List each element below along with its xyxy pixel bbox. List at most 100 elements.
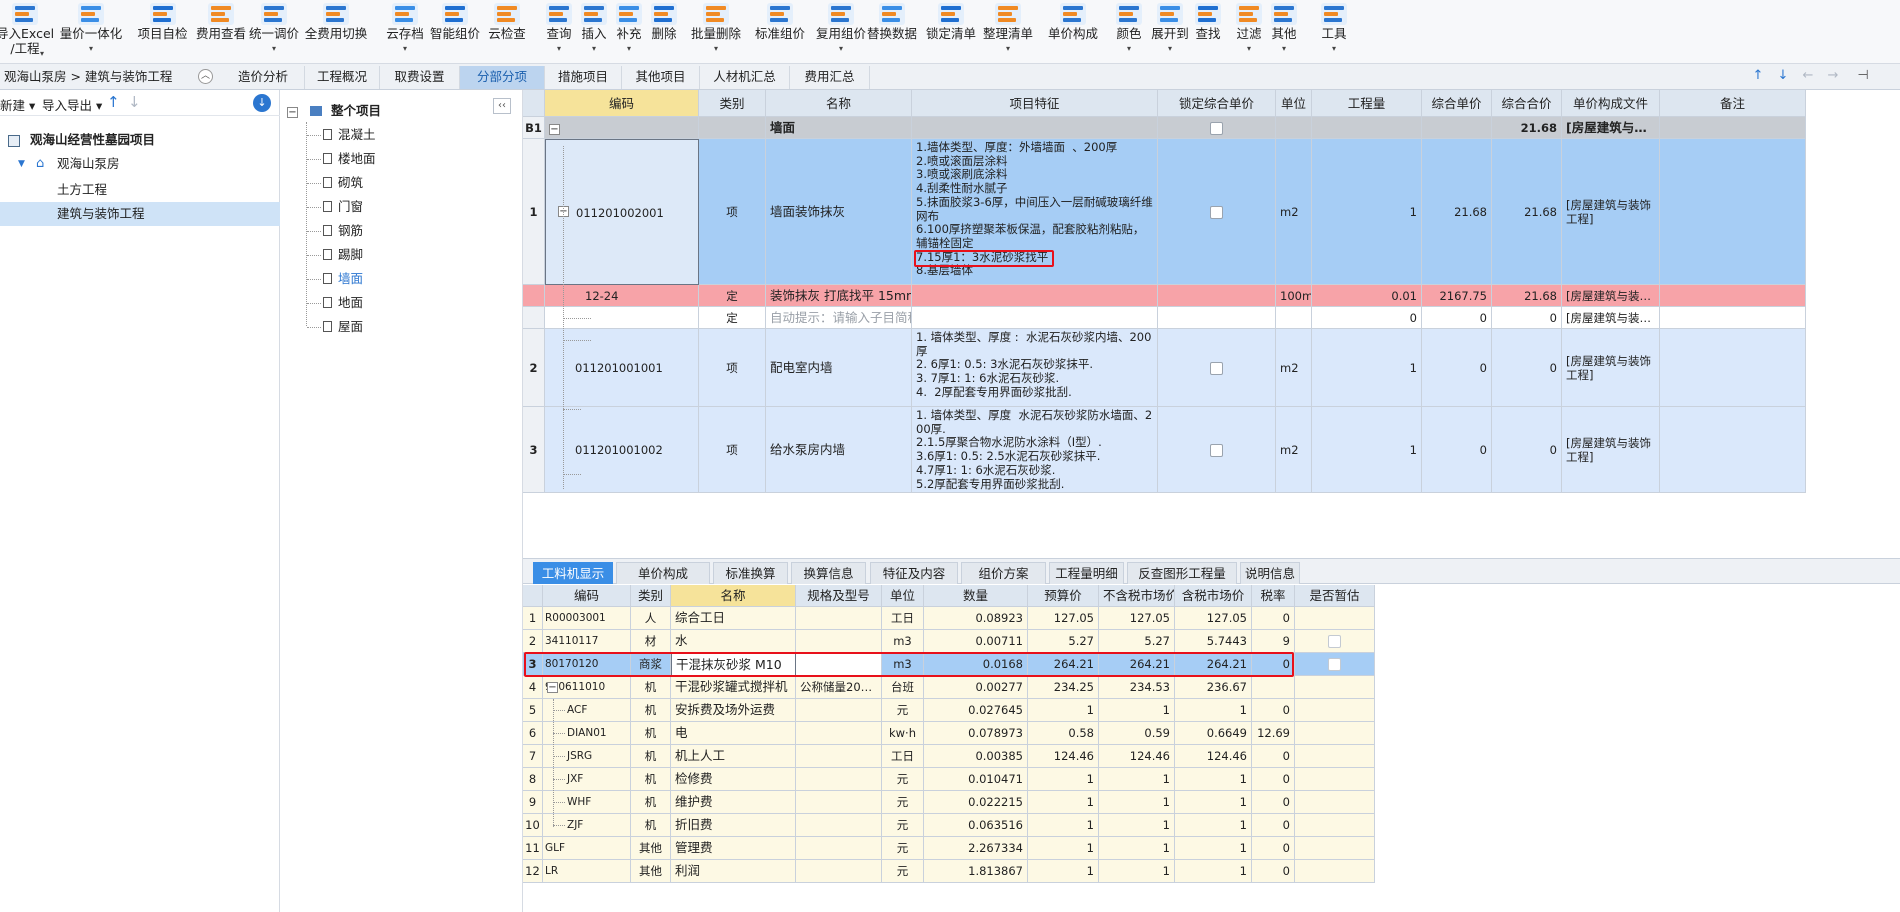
grid-cell[interactable]: 0.00385: [924, 745, 1028, 768]
grid-cell[interactable]: 127.05: [1099, 607, 1175, 630]
grid-cell[interactable]: 机: [631, 745, 671, 768]
grid-cell[interactable]: 124.46: [1175, 745, 1252, 768]
arrow-up-icon[interactable]: ↑: [1750, 68, 1766, 84]
pin-icon[interactable]: ⊣: [1855, 68, 1871, 84]
grid-cell[interactable]: 0.027645: [924, 699, 1028, 722]
lock-checkbox[interactable]: [1210, 122, 1223, 135]
tab-7[interactable]: 费用汇总: [790, 66, 870, 89]
grid-cell[interactable]: 人: [631, 607, 671, 630]
grid-cell[interactable]: 机: [631, 699, 671, 722]
grid-cell[interactable]: 0: [1252, 745, 1295, 768]
grid-cell[interactable]: 1: [1028, 837, 1099, 860]
grid-cell[interactable]: [1660, 407, 1806, 493]
toolbar-button-11[interactable]: 补充 ▾: [615, 0, 643, 62]
column-header[interactable]: 编码: [543, 585, 631, 607]
grid-cell[interactable]: 124.46: [1028, 745, 1099, 768]
grid-cell[interactable]: [796, 699, 882, 722]
detail-tab-0[interactable]: 工料机显示: [533, 562, 613, 584]
section-cell[interactable]: [1276, 117, 1312, 139]
grid-cell[interactable]: 5.27: [1028, 630, 1099, 653]
dropdown-caret-icon[interactable]: ▾: [1150, 44, 1190, 53]
grid-cell[interactable]: 1: [1099, 699, 1175, 722]
collapse-up-icon[interactable]: ︿: [198, 69, 213, 84]
grid-cell[interactable]: 其他: [631, 837, 671, 860]
toolbar-button-18[interactable]: 整理清单 ▾: [980, 0, 1036, 62]
grid-cell[interactable]: 电: [671, 722, 796, 745]
column-header[interactable]: 规格及型号: [796, 585, 882, 607]
column-header[interactable]: 含税市场价: [1175, 585, 1252, 607]
grid-cell[interactable]: [796, 630, 882, 653]
grid-cell[interactable]: 0: [1252, 699, 1295, 722]
grid-cell[interactable]: [1158, 307, 1276, 329]
column-header[interactable]: 单价构成文件: [1562, 90, 1660, 117]
column-header[interactable]: 工程量: [1312, 90, 1422, 117]
lock-checkbox[interactable]: [1210, 206, 1223, 219]
grid-cell[interactable]: [1295, 722, 1375, 745]
grid-cell[interactable]: 1: [1099, 791, 1175, 814]
grid-cell[interactable]: [1295, 860, 1375, 883]
grid-cell[interactable]: 给水泵房内墙: [766, 407, 912, 493]
grid-cell[interactable]: LR: [543, 860, 631, 883]
toolbar-button-9[interactable]: 查询 ▾: [545, 0, 573, 62]
grid-cell[interactable]: 商浆: [631, 653, 671, 676]
grid-cell[interactable]: 1.813867: [924, 860, 1028, 883]
project-item[interactable]: 土方工程: [0, 178, 280, 202]
grid-cell[interactable]: 0: [1422, 307, 1492, 329]
grid-cell[interactable]: 0: [1252, 791, 1295, 814]
column-header[interactable]: 税率: [1252, 585, 1295, 607]
project-item[interactable]: 建筑与装饰工程: [0, 202, 280, 226]
grid-cell[interactable]: 0: [1252, 768, 1295, 791]
grid-cell[interactable]: [912, 307, 1158, 329]
grid-cell[interactable]: [912, 285, 1158, 307]
grid-cell[interactable]: 0.010471: [924, 768, 1028, 791]
tab-3[interactable]: 分部分项: [460, 66, 545, 89]
toolbar-button-4[interactable]: 统一调价 ▾: [249, 0, 299, 62]
grid-cell[interactable]: 0.08923: [924, 607, 1028, 630]
detail-tab-2[interactable]: 标准换算: [713, 562, 788, 584]
column-header[interactable]: 不含税市场价: [1099, 585, 1175, 607]
grid-cell[interactable]: [房屋建筑与装饰工程]: [1562, 139, 1660, 285]
grid-cell[interactable]: 1: [1312, 329, 1422, 407]
lock-checkbox[interactable]: [1210, 362, 1223, 375]
toolbar-button-2[interactable]: 项目自检: [135, 0, 190, 62]
grid-cell[interactable]: 124.46: [1099, 745, 1175, 768]
grid-cell[interactable]: [1295, 653, 1375, 676]
grid-cell[interactable]: 折旧费: [671, 814, 796, 837]
toolbar-button-12[interactable]: 删除: [650, 0, 678, 62]
arrow-left-icon[interactable]: ←: [1800, 68, 1816, 84]
tree-item[interactable]: 砌筑: [323, 172, 363, 194]
collapse-panel-icon[interactable]: ↓: [253, 94, 271, 112]
tree-item[interactable]: 门窗: [323, 196, 363, 218]
grid-cell[interactable]: 机: [631, 791, 671, 814]
grid-cell[interactable]: m2: [1276, 139, 1312, 285]
toolbar-button-24[interactable]: 其他 ▾: [1270, 0, 1298, 62]
grid-cell[interactable]: kw·h: [882, 722, 924, 745]
section-cell[interactable]: [1660, 117, 1806, 139]
grid-cell[interactable]: [1660, 139, 1806, 285]
grid-cell[interactable]: 0: [1422, 329, 1492, 407]
grid-cell[interactable]: [796, 837, 882, 860]
section-cell[interactable]: [1312, 117, 1422, 139]
grid-cell[interactable]: 安拆费及场外运费: [671, 699, 796, 722]
toolbar-button-5[interactable]: 全费用切换: [305, 0, 367, 62]
grid-cell[interactable]: 1. 墙体类型、厚度 : 水泥石灰砂浆内墙、200厚 2. 6厚1: 0.5: …: [912, 329, 1158, 407]
grid-cell[interactable]: 配电室内墙: [766, 329, 912, 407]
dropdown-caret-icon[interactable]: ▾: [250, 44, 298, 53]
new-button[interactable]: 新建 ▾: [0, 95, 35, 114]
grid-cell[interactable]: 项: [699, 329, 766, 407]
column-header[interactable]: 是否暂估: [1295, 585, 1375, 607]
grid-cell[interactable]: 0: [1252, 860, 1295, 883]
grid-cell[interactable]: 水: [671, 630, 796, 653]
dropdown-caret-icon[interactable]: ▾: [690, 44, 742, 53]
grid-cell[interactable]: [796, 860, 882, 883]
grid-cell[interactable]: [1295, 676, 1375, 699]
grid-cell[interactable]: 34110117: [543, 630, 631, 653]
grid-cell[interactable]: 元: [882, 860, 924, 883]
tree-item[interactable]: 地面: [323, 292, 363, 314]
grid-cell[interactable]: 0: [1252, 837, 1295, 860]
grid-cell[interactable]: 0.022215: [924, 791, 1028, 814]
column-header[interactable]: 编码: [545, 90, 699, 117]
tab-4[interactable]: 措施项目: [545, 66, 622, 89]
arrow-down-icon[interactable]: ↓: [1775, 68, 1791, 84]
grid-cell[interactable]: 0: [1252, 814, 1295, 837]
